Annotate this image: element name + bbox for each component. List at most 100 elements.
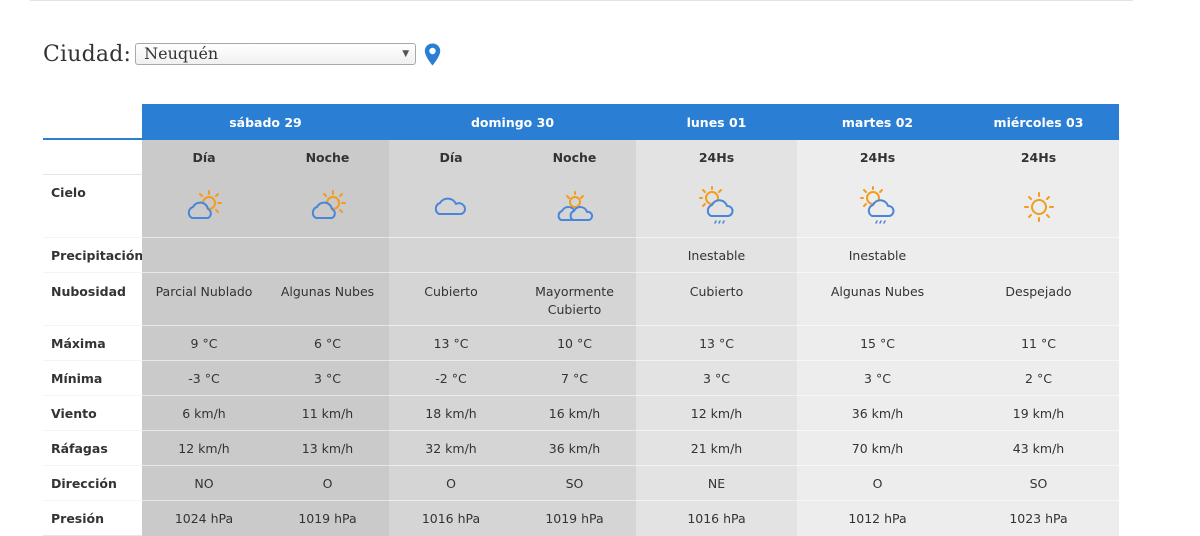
period-cell: 24Hs xyxy=(797,140,958,175)
data-cell xyxy=(389,238,513,273)
data-cell xyxy=(266,238,389,273)
data-cell: Despejado xyxy=(958,273,1119,326)
data-cell: Algunas Nubes xyxy=(797,273,958,326)
data-cell: 36 km/h xyxy=(797,396,958,431)
data-cell: 9 °C xyxy=(142,326,266,361)
partly-cloudy-night-icon xyxy=(311,189,346,219)
data-cell: NE xyxy=(636,466,797,501)
sky-cell xyxy=(797,175,958,238)
day-header: lunes 01 xyxy=(636,104,797,140)
period-cell: Noche xyxy=(513,140,636,175)
row-label-nubosidad: Nubosidad xyxy=(43,273,142,326)
data-cell: Mayormente Cubierto xyxy=(513,273,636,326)
data-cell: SO xyxy=(513,466,636,501)
day-header: domingo 30 xyxy=(389,104,636,140)
row-label-presion: Presión xyxy=(43,501,142,536)
partly-cloudy-icon xyxy=(187,189,222,219)
data-cell: 1023 hPa xyxy=(958,501,1119,536)
cloudy-icon xyxy=(434,197,466,215)
cloud-sun-rain-icon xyxy=(698,185,734,224)
row-label-direccion: Dirección xyxy=(43,466,142,501)
period-row: Día Noche Día Noche 24Hs 24Hs 24Hs xyxy=(43,140,1119,175)
sky-cell xyxy=(266,175,389,238)
data-cell xyxy=(958,238,1119,273)
precipitacion-row: Precipitación Inestable Inestable xyxy=(43,238,1119,273)
data-cell: -2 °C xyxy=(389,361,513,396)
data-cell: 16 km/h xyxy=(513,396,636,431)
sky-cell xyxy=(636,175,797,238)
data-cell: 13 °C xyxy=(389,326,513,361)
data-cell: Algunas Nubes xyxy=(266,273,389,326)
data-cell: 6 °C xyxy=(266,326,389,361)
period-cell: 24Hs xyxy=(958,140,1119,175)
row-label-viento: Viento xyxy=(43,396,142,431)
city-label: Ciudad: xyxy=(43,41,132,67)
data-cell xyxy=(142,238,266,273)
data-cell: 6 km/h xyxy=(142,396,266,431)
sky-cell xyxy=(513,175,636,238)
data-cell: 11 km/h xyxy=(266,396,389,431)
data-cell: 3 °C xyxy=(266,361,389,396)
day-header-row: sábado 29 domingo 30 lunes 01 martes 02 … xyxy=(43,104,1119,140)
data-cell: 1016 hPa xyxy=(389,501,513,536)
row-label-minima: Mínima xyxy=(43,361,142,396)
data-cell: 2 °C xyxy=(958,361,1119,396)
row-label-maxima: Máxima xyxy=(43,326,142,361)
rafagas-row: Ráfagas 12 km/h 13 km/h 32 km/h 36 km/h … xyxy=(43,431,1119,466)
data-cell: O xyxy=(266,466,389,501)
location-pin-icon[interactable] xyxy=(424,43,441,66)
presion-row: Presión 1024 hPa 1019 hPa 1016 hPa 1019 … xyxy=(43,501,1119,536)
maxima-row: Máxima 9 °C 6 °C 13 °C 10 °C 13 °C 15 °C… xyxy=(43,326,1119,361)
data-cell: 1012 hPa xyxy=(797,501,958,536)
sky-cell xyxy=(958,175,1119,238)
data-cell: 3 °C xyxy=(797,361,958,396)
data-cell: 43 km/h xyxy=(958,431,1119,466)
data-cell: Inestable xyxy=(797,238,958,273)
data-cell: 12 km/h xyxy=(142,431,266,466)
mostly-cloudy-icon xyxy=(557,190,593,221)
data-cell: 1016 hPa xyxy=(636,501,797,536)
data-cell: NO xyxy=(142,466,266,501)
data-cell: 15 °C xyxy=(797,326,958,361)
top-divider xyxy=(30,0,1133,1)
period-cell: 24Hs xyxy=(636,140,797,175)
city-selected-value: Neuquén xyxy=(144,44,219,63)
data-cell: O xyxy=(389,466,513,501)
viento-row: Viento 6 km/h 11 km/h 18 km/h 16 km/h 12… xyxy=(43,396,1119,431)
chevron-down-icon[interactable]: ▼ xyxy=(402,44,409,64)
data-cell: Cubierto xyxy=(636,273,797,326)
row-label-cielo: Cielo xyxy=(43,175,142,238)
data-cell: 70 km/h xyxy=(797,431,958,466)
data-cell: 32 km/h xyxy=(389,431,513,466)
period-cell: Noche xyxy=(266,140,389,175)
cielo-row: Cielo xyxy=(43,175,1119,238)
data-cell: 1019 hPa xyxy=(513,501,636,536)
data-cell: -3 °C xyxy=(142,361,266,396)
data-cell: 11 °C xyxy=(958,326,1119,361)
sun-icon xyxy=(1023,191,1054,222)
period-cell: Día xyxy=(389,140,513,175)
data-cell: Cubierto xyxy=(389,273,513,326)
cloud-sun-rain-icon xyxy=(859,185,895,224)
data-cell: 10 °C xyxy=(513,326,636,361)
day-header: martes 02 xyxy=(797,104,958,140)
data-cell: 1019 hPa xyxy=(266,501,389,536)
row-label-precipitacion: Precipitación xyxy=(43,238,143,273)
city-select[interactable]: Neuquén ▼ xyxy=(135,43,417,65)
data-cell: 13 km/h xyxy=(266,431,389,466)
forecast-table: sábado 29 domingo 30 lunes 01 martes 02 … xyxy=(43,104,1119,536)
data-cell: 13 °C xyxy=(636,326,797,361)
data-cell: 7 °C xyxy=(513,361,636,396)
data-cell: 3 °C xyxy=(636,361,797,396)
sky-cell xyxy=(389,175,513,238)
day-header: sábado 29 xyxy=(142,104,389,140)
data-cell xyxy=(513,238,636,273)
sky-cell xyxy=(142,175,266,238)
data-cell: SO xyxy=(958,466,1119,501)
nubosidad-row: Nubosidad Parcial Nublado Algunas Nubes … xyxy=(43,273,1119,326)
data-cell: 12 km/h xyxy=(636,396,797,431)
data-cell: 18 km/h xyxy=(389,396,513,431)
data-cell: O xyxy=(797,466,958,501)
data-cell: 36 km/h xyxy=(513,431,636,466)
city-selector-row: Ciudad: Neuquén ▼ xyxy=(43,39,441,69)
